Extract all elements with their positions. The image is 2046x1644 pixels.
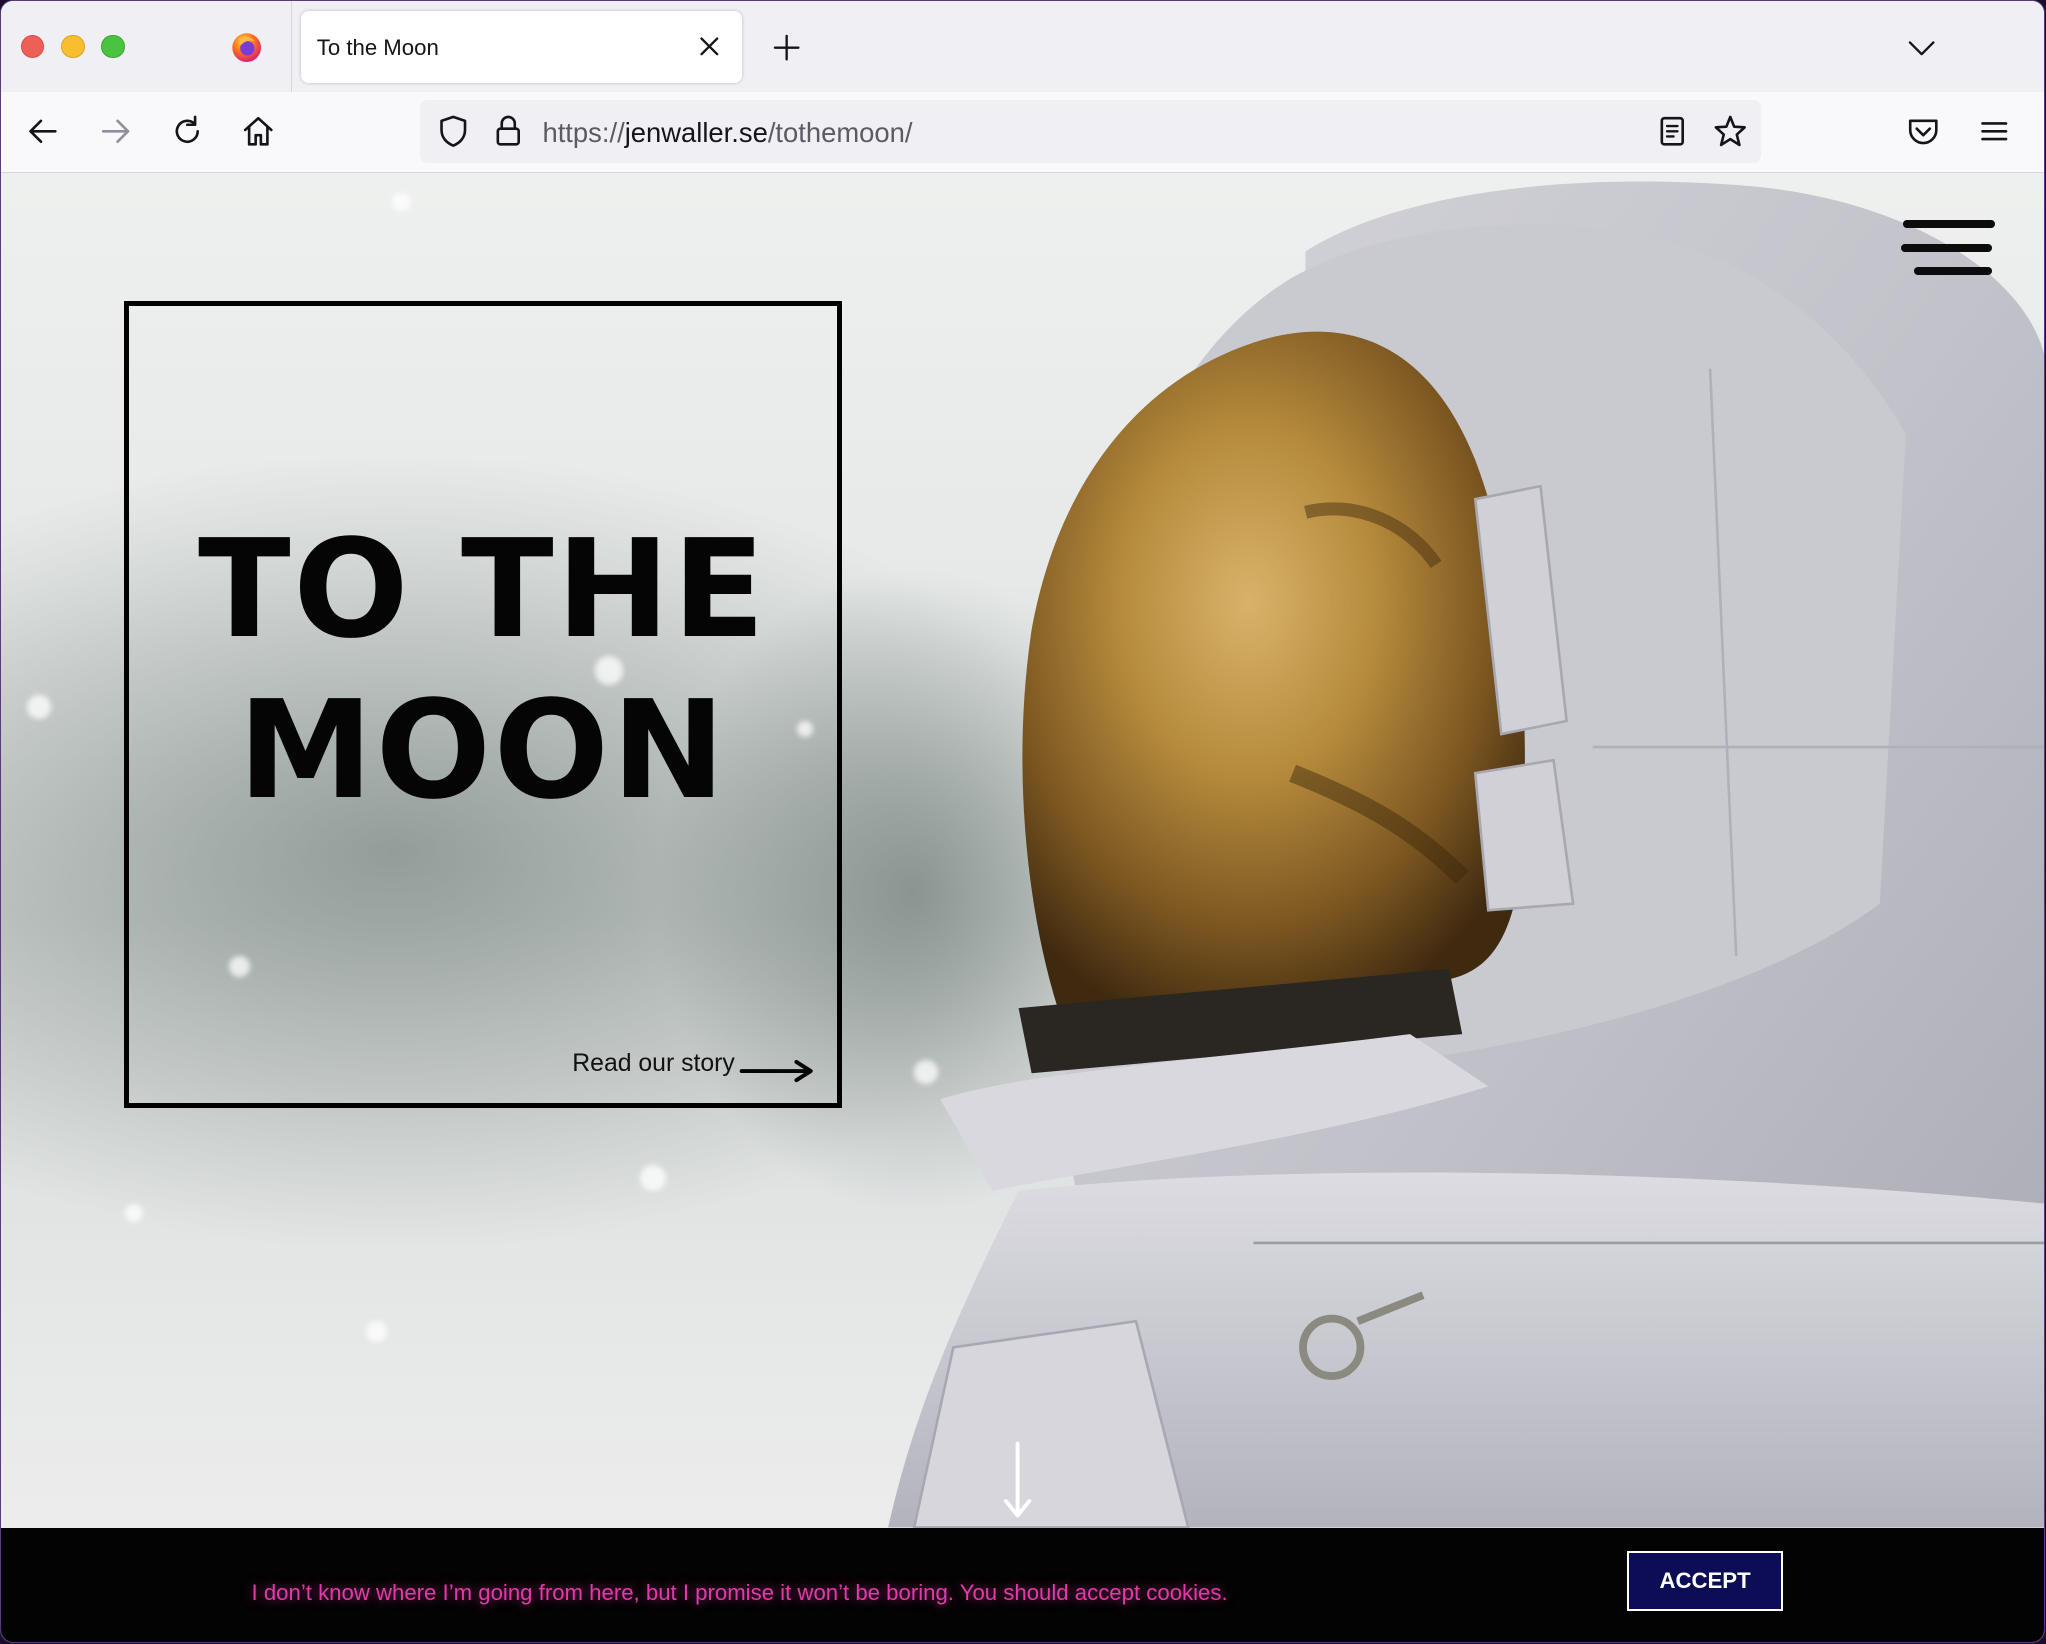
minimize-window-button[interactable]: [61, 34, 85, 59]
reader-view-icon[interactable]: [1654, 113, 1691, 150]
accept-cookies-button[interactable]: ACCEPT: [1626, 1551, 1784, 1612]
url-path: /tothemoon/: [767, 117, 913, 149]
url-text[interactable]: https://jenwaller.se/tothemoon/: [542, 117, 912, 149]
navigation-toolbar: https://jenwaller.se/tothemoon/: [1, 92, 2045, 173]
home-icon[interactable]: [240, 113, 277, 150]
url-host: jenwaller.se: [624, 117, 768, 149]
astronaut-image: [888, 181, 2045, 1528]
forward-icon[interactable]: [98, 113, 135, 150]
close-window-button[interactable]: [20, 34, 45, 59]
reload-icon[interactable]: [169, 113, 206, 150]
app-menu-icon[interactable]: [1976, 113, 2013, 150]
url-bar[interactable]: https://jenwaller.se/tothemoon/: [419, 100, 1762, 163]
read-our-story-link[interactable]: Read our story: [572, 1050, 735, 1078]
browser-window: To the Moon https://jenwaller.se/tothemo…: [0, 0, 2046, 1644]
cookie-banner: I don’t know where I’m going from here, …: [1, 1527, 2045, 1643]
site-menu-icon[interactable]: [1900, 218, 1995, 278]
hero-box: TO THE MOON Read our story: [123, 301, 843, 1109]
url-scheme: https://: [542, 117, 625, 149]
tab-active[interactable]: To the Moon: [301, 11, 743, 84]
new-tab-icon[interactable]: [771, 32, 802, 63]
tab-separator: [290, 1, 292, 93]
tab-strip: To the Moon: [1, 1, 2045, 93]
close-tab-icon[interactable]: [695, 32, 724, 61]
hero-title: TO THE MOON: [129, 510, 838, 834]
tab-title: To the Moon: [316, 34, 439, 60]
hero-title-line-2: MOON: [238, 672, 728, 831]
web-page: TO THE MOON Read our story: [1, 173, 2045, 1528]
snowflake: [392, 192, 411, 212]
scroll-down-arrow-icon[interactable]: [998, 1441, 1037, 1519]
cookie-message: I don’t know where I’m going from here, …: [251, 1579, 1228, 1605]
hero-title-line-1: TO THE: [198, 510, 768, 669]
snowflake: [366, 1321, 388, 1343]
chevron-down-icon[interactable]: [1906, 32, 1937, 63]
bookmark-star-icon[interactable]: [1712, 113, 1749, 150]
arrow-right-icon[interactable]: [739, 1058, 817, 1084]
firefox-logo-icon[interactable]: [231, 32, 262, 63]
snowflake: [27, 695, 51, 719]
back-icon[interactable]: [24, 113, 61, 150]
pocket-icon[interactable]: [1905, 113, 1942, 150]
fullscreen-window-button[interactable]: [101, 34, 125, 59]
lock-icon[interactable]: [490, 113, 527, 150]
shield-icon[interactable]: [435, 113, 472, 150]
